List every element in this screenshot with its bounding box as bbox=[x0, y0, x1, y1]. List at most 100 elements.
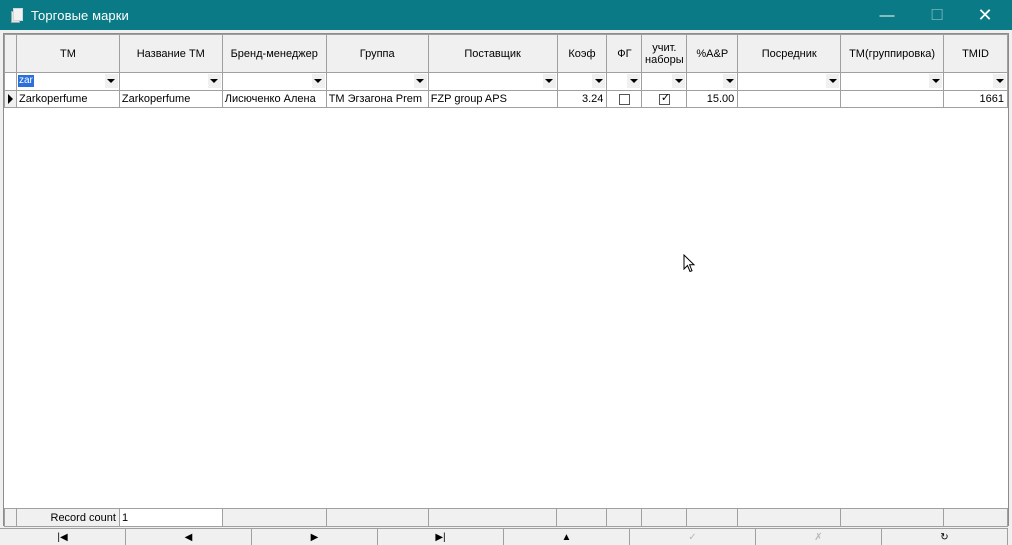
chevron-down-icon bbox=[594, 79, 603, 83]
current-row-indicator bbox=[4, 90, 17, 108]
mouse-cursor-icon bbox=[683, 254, 696, 273]
filter-dropdown-button[interactable] bbox=[627, 74, 641, 88]
checkmark-icon: ✓ bbox=[660, 91, 671, 104]
filter-intermediary[interactable] bbox=[737, 72, 842, 91]
cell-tm-grouping[interactable] bbox=[840, 90, 945, 108]
cell-supplier[interactable]: FZP group APS bbox=[427, 90, 558, 108]
column-header-sets[interactable]: учит. наборы bbox=[641, 34, 688, 73]
filter-name-tm[interactable] bbox=[118, 72, 223, 91]
footer-cell bbox=[556, 508, 608, 527]
chevron-down-icon bbox=[107, 79, 116, 83]
nav-next-button[interactable]: ▶ bbox=[252, 528, 378, 545]
column-header-tm-grouping[interactable]: ТМ(группировка) bbox=[840, 34, 945, 73]
footer-cell bbox=[221, 508, 327, 527]
filter-supplier[interactable] bbox=[427, 72, 558, 91]
record-count-value: 1 bbox=[118, 508, 223, 527]
data-grid[interactable]: ТМ Название ТМ Бренд-менеджер Группа Поставщ… bbox=[3, 33, 1009, 527]
chevron-down-icon bbox=[995, 79, 1004, 83]
footer-cell bbox=[606, 508, 643, 527]
column-header-tm[interactable]: ТМ bbox=[15, 34, 120, 73]
filter-tmid[interactable] bbox=[943, 72, 1008, 91]
footer-cell bbox=[641, 508, 688, 527]
footer-cell bbox=[325, 508, 429, 527]
filter-dropdown-button[interactable] bbox=[723, 74, 737, 88]
app-icon bbox=[11, 7, 25, 23]
nav-first-button[interactable]: |◀ bbox=[0, 528, 126, 545]
checkbox[interactable] bbox=[618, 93, 630, 105]
filter-sets[interactable] bbox=[641, 72, 688, 91]
column-header-brand-manager[interactable]: Бренд-менеджер bbox=[221, 34, 327, 73]
column-header-intermediary[interactable]: Посредник bbox=[737, 34, 842, 73]
column-header-group[interactable]: Группа bbox=[325, 34, 429, 73]
footer-indicator bbox=[4, 508, 17, 527]
footer-cell bbox=[737, 508, 842, 527]
filter-ap[interactable] bbox=[686, 72, 739, 91]
filter-group[interactable] bbox=[325, 72, 429, 91]
filter-brand-manager[interactable] bbox=[221, 72, 327, 91]
nav-cancel-button[interactable]: ✗ bbox=[756, 528, 882, 545]
chevron-down-icon bbox=[210, 79, 219, 83]
table-row[interactable]: Zarkoperfume Zarkoperfume Лисюченко Алена Т… bbox=[4, 90, 1008, 108]
column-header-name-tm[interactable]: Название ТМ bbox=[118, 34, 223, 73]
filter-dropdown-button[interactable] bbox=[311, 74, 325, 88]
footer-row: Record count 1 bbox=[4, 508, 1009, 527]
chevron-down-icon bbox=[629, 79, 638, 83]
filter-coef[interactable] bbox=[556, 72, 608, 91]
row-pointer-icon bbox=[7, 94, 13, 104]
filter-dropdown-button[interactable] bbox=[826, 74, 840, 88]
filter-dropdown-button[interactable] bbox=[993, 74, 1006, 88]
column-header-coef[interactable]: Коэф bbox=[556, 34, 608, 73]
filter-value[interactable]: zar bbox=[17, 75, 34, 87]
filter-tm-grouping[interactable] bbox=[840, 72, 945, 91]
filter-dropdown-button[interactable] bbox=[542, 74, 556, 88]
footer-cell bbox=[427, 508, 558, 527]
window-body: ТМ Название ТМ Бренд-менеджер Группа Поставщ… bbox=[0, 30, 1012, 545]
filter-dropdown-button[interactable] bbox=[929, 74, 943, 88]
close-button[interactable]: ✕ bbox=[962, 0, 1008, 30]
chevron-down-icon bbox=[725, 79, 734, 83]
db-navigator: |◀ ◀ ▶ ▶| ▲ ✓ ✗ ↻ bbox=[0, 528, 1012, 545]
chevron-down-icon bbox=[545, 79, 553, 83]
title-bar[interactable]: Торговые марки — ☐ ✕ bbox=[0, 0, 1012, 30]
chevron-down-icon bbox=[828, 79, 837, 83]
footer-cell bbox=[840, 508, 944, 527]
cell-fg[interactable] bbox=[606, 90, 643, 108]
cell-intermediary[interactable] bbox=[737, 90, 842, 108]
filter-dropdown-button[interactable] bbox=[207, 74, 221, 88]
column-header-supplier[interactable]: Поставщик bbox=[427, 34, 558, 73]
filter-tm[interactable]: zar bbox=[15, 72, 120, 91]
footer-cell bbox=[686, 508, 739, 527]
chevron-down-icon bbox=[931, 79, 940, 83]
filter-indicator bbox=[4, 72, 17, 91]
cell-tmid[interactable]: 1661 bbox=[943, 90, 1008, 108]
column-header-fg[interactable]: ФГ bbox=[606, 34, 643, 73]
filter-fg[interactable] bbox=[606, 72, 643, 91]
nav-last-button[interactable]: ▶| bbox=[378, 528, 504, 545]
column-header-tmid[interactable]: TMID bbox=[943, 34, 1008, 73]
header-indicator bbox=[4, 34, 17, 73]
filter-dropdown-button[interactable] bbox=[592, 74, 606, 88]
nav-insert-button[interactable]: ▲ bbox=[504, 528, 630, 545]
filter-dropdown-button[interactable] bbox=[413, 74, 427, 88]
record-count-label: Record count bbox=[15, 508, 120, 527]
cell-ap[interactable]: 15.00 bbox=[686, 90, 739, 108]
filter-dropdown-button[interactable] bbox=[104, 74, 118, 88]
cell-brand-manager[interactable]: Лисюченко Алена bbox=[221, 90, 327, 108]
column-header-ap[interactable]: %А&Р bbox=[686, 34, 739, 73]
cell-coef[interactable]: 3.24 bbox=[556, 90, 608, 108]
cell-sets[interactable]: ✓ bbox=[641, 90, 688, 108]
nav-refresh-button[interactable]: ↻ bbox=[882, 528, 1008, 545]
filter-dropdown-button[interactable] bbox=[672, 74, 686, 88]
cell-tm[interactable]: Zarkoperfume bbox=[15, 90, 120, 108]
header-row: ТМ Название ТМ Бренд-менеджер Группа Поставщ… bbox=[4, 34, 1008, 73]
nav-post-button[interactable]: ✓ bbox=[630, 528, 756, 545]
checkbox[interactable]: ✓ bbox=[658, 91, 671, 105]
cell-group[interactable]: ТМ Эгзагона Prem bbox=[325, 90, 429, 108]
cell-name-tm[interactable]: Zarkoperfume bbox=[118, 90, 223, 108]
chevron-down-icon bbox=[314, 79, 323, 83]
minimize-button[interactable]: — bbox=[864, 0, 910, 30]
nav-prior-button[interactable]: ◀ bbox=[126, 528, 252, 545]
window-title: Торговые марки bbox=[31, 7, 129, 23]
maximize-button[interactable]: ☐ bbox=[914, 0, 960, 30]
filter-row: zar bbox=[4, 72, 1008, 91]
